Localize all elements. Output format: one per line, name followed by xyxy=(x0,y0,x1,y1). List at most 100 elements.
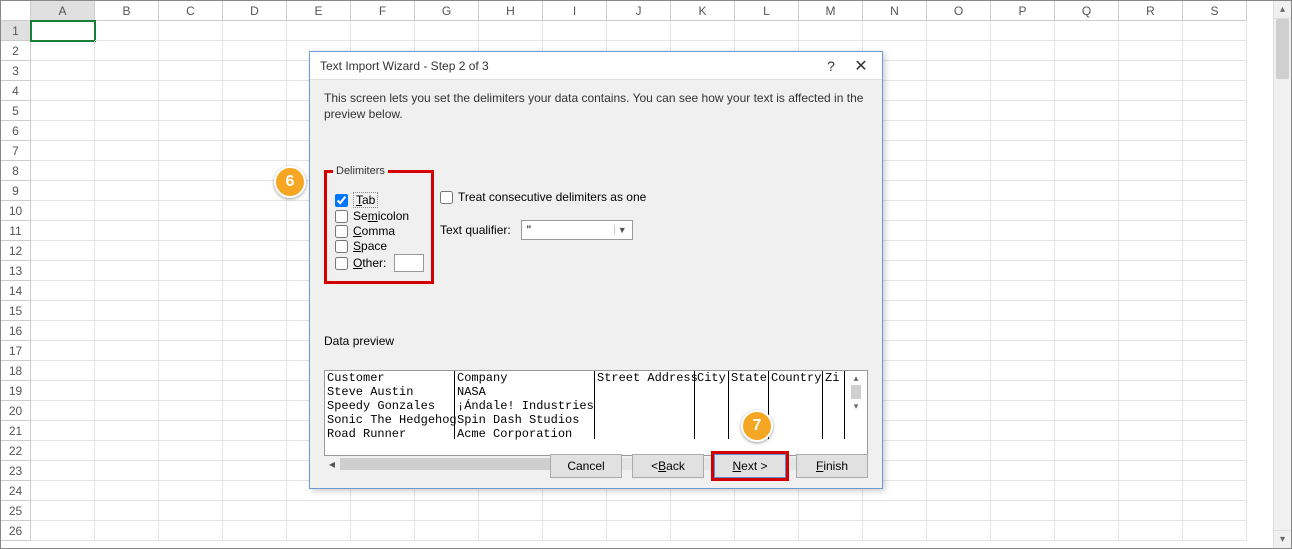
scroll-up-icon[interactable]: ▴ xyxy=(1274,1,1291,19)
cell-Q21[interactable] xyxy=(1055,421,1119,441)
cell-H25[interactable] xyxy=(479,501,543,521)
row-header-9[interactable]: 9 xyxy=(1,181,31,201)
cell-A10[interactable] xyxy=(31,201,95,221)
cell-B12[interactable] xyxy=(95,241,159,261)
cell-B16[interactable] xyxy=(95,321,159,341)
cell-D1[interactable] xyxy=(223,21,287,41)
cell-C3[interactable] xyxy=(159,61,223,81)
cell-P20[interactable] xyxy=(991,401,1055,421)
cell-D25[interactable] xyxy=(223,501,287,521)
cell-P5[interactable] xyxy=(991,101,1055,121)
cell-O2[interactable] xyxy=(927,41,991,61)
cell-P15[interactable] xyxy=(991,301,1055,321)
cell-P16[interactable] xyxy=(991,321,1055,341)
cell-J25[interactable] xyxy=(607,501,671,521)
cell-S9[interactable] xyxy=(1183,181,1247,201)
cell-P14[interactable] xyxy=(991,281,1055,301)
cell-C18[interactable] xyxy=(159,361,223,381)
column-header-P[interactable]: P xyxy=(991,1,1055,21)
cell-Q23[interactable] xyxy=(1055,461,1119,481)
cell-S11[interactable] xyxy=(1183,221,1247,241)
scroll-thumb[interactable] xyxy=(851,385,861,399)
column-header-L[interactable]: L xyxy=(735,1,799,21)
cell-C23[interactable] xyxy=(159,461,223,481)
cell-R20[interactable] xyxy=(1119,401,1183,421)
cell-B15[interactable] xyxy=(95,301,159,321)
cell-R8[interactable] xyxy=(1119,161,1183,181)
cell-B9[interactable] xyxy=(95,181,159,201)
cell-C26[interactable] xyxy=(159,521,223,541)
cell-D10[interactable] xyxy=(223,201,287,221)
treat-consecutive-checkbox[interactable] xyxy=(440,191,453,204)
row-header-21[interactable]: 21 xyxy=(1,421,31,441)
row-header-15[interactable]: 15 xyxy=(1,301,31,321)
cell-K25[interactable] xyxy=(671,501,735,521)
cell-A4[interactable] xyxy=(31,81,95,101)
cell-O3[interactable] xyxy=(927,61,991,81)
cell-A24[interactable] xyxy=(31,481,95,501)
cell-O19[interactable] xyxy=(927,381,991,401)
cell-Q3[interactable] xyxy=(1055,61,1119,81)
cell-R19[interactable] xyxy=(1119,381,1183,401)
cell-O24[interactable] xyxy=(927,481,991,501)
row-header-5[interactable]: 5 xyxy=(1,101,31,121)
cell-S10[interactable] xyxy=(1183,201,1247,221)
cell-O13[interactable] xyxy=(927,261,991,281)
cell-Q4[interactable] xyxy=(1055,81,1119,101)
cell-Q19[interactable] xyxy=(1055,381,1119,401)
cell-C19[interactable] xyxy=(159,381,223,401)
cell-S26[interactable] xyxy=(1183,521,1247,541)
cell-O8[interactable] xyxy=(927,161,991,181)
cell-Q26[interactable] xyxy=(1055,521,1119,541)
cell-D17[interactable] xyxy=(223,341,287,361)
cell-S13[interactable] xyxy=(1183,261,1247,281)
row-header-24[interactable]: 24 xyxy=(1,481,31,501)
cell-D26[interactable] xyxy=(223,521,287,541)
cell-Q13[interactable] xyxy=(1055,261,1119,281)
cell-C14[interactable] xyxy=(159,281,223,301)
row-header-10[interactable]: 10 xyxy=(1,201,31,221)
scroll-up-icon[interactable]: ▴ xyxy=(849,371,863,385)
cell-O7[interactable] xyxy=(927,141,991,161)
cell-A1[interactable] xyxy=(31,21,95,41)
cell-Q12[interactable] xyxy=(1055,241,1119,261)
cell-P13[interactable] xyxy=(991,261,1055,281)
cell-Q2[interactable] xyxy=(1055,41,1119,61)
cell-D12[interactable] xyxy=(223,241,287,261)
cell-H26[interactable] xyxy=(479,521,543,541)
cell-F26[interactable] xyxy=(351,521,415,541)
cell-Q20[interactable] xyxy=(1055,401,1119,421)
cell-G26[interactable] xyxy=(415,521,479,541)
row-header-14[interactable]: 14 xyxy=(1,281,31,301)
cell-A2[interactable] xyxy=(31,41,95,61)
cell-I25[interactable] xyxy=(543,501,607,521)
row-header-17[interactable]: 17 xyxy=(1,341,31,361)
cell-M1[interactable] xyxy=(799,21,863,41)
column-header-A[interactable]: A xyxy=(31,1,95,21)
cell-B1[interactable] xyxy=(95,21,159,41)
cell-D3[interactable] xyxy=(223,61,287,81)
column-header-I[interactable]: I xyxy=(543,1,607,21)
cell-S14[interactable] xyxy=(1183,281,1247,301)
select-all-corner[interactable] xyxy=(1,1,31,21)
cell-E26[interactable] xyxy=(287,521,351,541)
cell-B19[interactable] xyxy=(95,381,159,401)
column-header-B[interactable]: B xyxy=(95,1,159,21)
cell-B21[interactable] xyxy=(95,421,159,441)
next-button[interactable]: Next > xyxy=(714,454,786,478)
cell-P10[interactable] xyxy=(991,201,1055,221)
cell-R7[interactable] xyxy=(1119,141,1183,161)
cell-C13[interactable] xyxy=(159,261,223,281)
cancel-button[interactable]: Cancel xyxy=(550,454,622,478)
cell-D13[interactable] xyxy=(223,261,287,281)
cell-P1[interactable] xyxy=(991,21,1055,41)
cell-B14[interactable] xyxy=(95,281,159,301)
cell-D24[interactable] xyxy=(223,481,287,501)
cell-Q7[interactable] xyxy=(1055,141,1119,161)
cell-B8[interactable] xyxy=(95,161,159,181)
column-header-D[interactable]: D xyxy=(223,1,287,21)
cell-B18[interactable] xyxy=(95,361,159,381)
dialog-titlebar[interactable]: Text Import Wizard - Step 2 of 3 ? ✕ xyxy=(310,52,882,80)
cell-O6[interactable] xyxy=(927,121,991,141)
cell-O12[interactable] xyxy=(927,241,991,261)
